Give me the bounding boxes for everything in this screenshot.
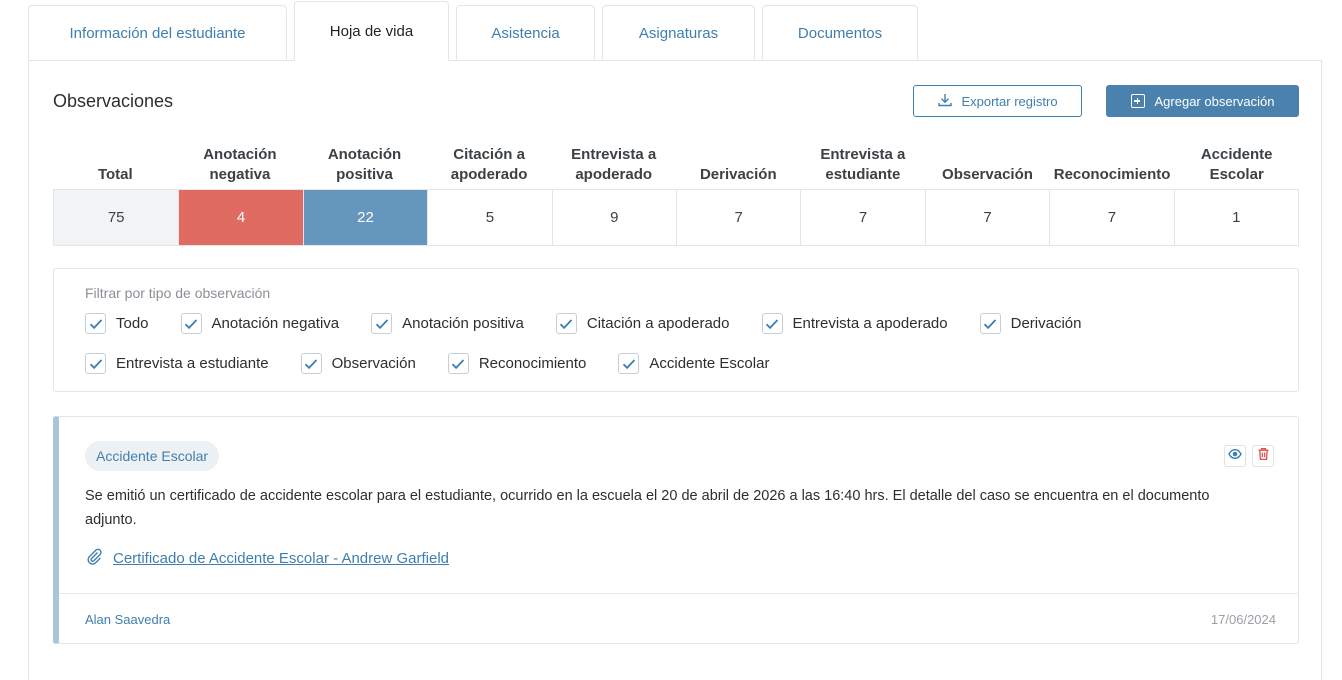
tab-bar: Información del estudiante Hoja de vida … [28, 1, 918, 61]
stats-header: Entrevista a estudiante [820, 146, 906, 183]
filter-checkbox-label: Entrevista a estudiante [116, 355, 269, 372]
observation-stats-table: Total Anotación negativa Anotación posit… [53, 139, 1299, 246]
tab-documentos[interactable]: Documentos [762, 5, 918, 61]
stats-header: Observación [942, 166, 1033, 183]
observation-card: Accidente Escolar Se emitió un certifica… [53, 416, 1299, 644]
checkmark-icon [618, 353, 640, 374]
stats-header: Reconocimiento [1053, 166, 1171, 183]
stats-values-row: 75 4 22 5 9 7 7 7 7 1 [53, 189, 1299, 246]
stats-value: 9 [551, 190, 676, 245]
download-icon [937, 92, 953, 111]
filter-row-1: Todo Anotación negativa Anotación positiva… [85, 313, 1113, 334]
filter-checkbox-label: Anotación positiva [402, 315, 524, 332]
delete-button[interactable] [1252, 445, 1274, 467]
eye-icon [1228, 447, 1242, 465]
checkmark-icon [761, 313, 783, 334]
section-title: Observaciones [53, 91, 174, 111]
card-divider [59, 593, 1298, 594]
filter-checkbox-label: Accidente Escolar [649, 355, 770, 372]
stats-value: 7 [924, 190, 1049, 245]
stats-value: 7 [800, 190, 924, 245]
checkmark-icon [555, 313, 577, 334]
filter-checkbox[interactable]: Observación [300, 353, 416, 374]
filter-checkbox[interactable]: Entrevista a apoderado [761, 313, 948, 334]
add-observation-button[interactable]: Agregar observación [1106, 85, 1299, 117]
filter-checkbox[interactable]: Derivación [979, 313, 1082, 334]
filter-title: Filtrar por tipo de observación [85, 285, 271, 301]
filter-checkbox[interactable]: Reconocimiento [447, 353, 587, 374]
stats-header: Entrevista a apoderado [571, 146, 657, 183]
stats-header: Anotación positiva [327, 146, 402, 183]
checkmark-icon [180, 313, 202, 334]
stats-value-positive: 22 [302, 190, 428, 245]
stats-header: Total [97, 166, 133, 183]
trash-icon [1257, 447, 1270, 465]
stats-header: Accidente Escolar [1200, 146, 1273, 183]
checkmark-icon [371, 313, 393, 334]
stats-value-negative: 4 [178, 190, 303, 245]
export-button[interactable]: Exportar registro [913, 85, 1082, 117]
stats-value: 5 [427, 190, 551, 245]
checkmark-icon [979, 313, 1001, 334]
filter-checkbox-label: Observación [331, 355, 416, 372]
filter-checkbox-label: Entrevista a apoderado [792, 315, 948, 332]
observation-type-badge: Accidente Escolar [85, 441, 220, 471]
tab-asistencia[interactable]: Asistencia [456, 5, 595, 61]
filter-checkbox-label: Derivación [1010, 315, 1082, 332]
stats-header-row: Total Anotación negativa Anotación posit… [53, 139, 1299, 189]
checkmark-icon [85, 313, 106, 334]
stats-value: 1 [1173, 190, 1298, 245]
tab-hoja-de-vida[interactable]: Hoja de vida [294, 1, 449, 61]
hoja-de-vida-panel: Observaciones Exportar registro Agregar … [28, 60, 1322, 680]
stats-value: 7 [1049, 190, 1173, 245]
stats-header: Derivación [699, 166, 777, 183]
paperclip-icon [85, 547, 103, 569]
filter-checkbox-label: Anotación negativa [211, 315, 340, 332]
add-observation-label: Agregar observación [1154, 93, 1275, 109]
attachment-link[interactable]: Certificado de Accidente Escolar - Andre… [85, 547, 449, 569]
checkmark-icon [85, 353, 106, 374]
tab-asignaturas[interactable]: Asignaturas [602, 5, 755, 61]
filter-checkbox-label: Citación a apoderado [586, 315, 730, 332]
export-button-label: Exportar registro [961, 93, 1058, 109]
filter-checkbox-label: Reconocimiento [478, 355, 587, 372]
checkmark-icon [300, 353, 322, 374]
filter-checkbox[interactable]: Todo [85, 313, 149, 334]
filter-checkbox[interactable]: Entrevista a estudiante [85, 353, 269, 374]
view-button[interactable] [1224, 445, 1246, 467]
observation-type-filter: Filtrar por tipo de observación Todo Anot… [53, 268, 1299, 392]
filter-checkbox-label: Todo [116, 315, 149, 332]
attachment-name: Certificado de Accidente Escolar - Andre… [113, 549, 449, 567]
stats-header: Anotación negativa [203, 146, 277, 183]
tab-student-info[interactable]: Información del estudiante [28, 5, 287, 61]
filter-checkbox[interactable]: Accidente Escolar [618, 353, 769, 374]
plus-box-icon [1130, 94, 1145, 108]
observation-date: 17/06/2024 [1210, 612, 1276, 627]
filter-checkbox[interactable]: Citación a apoderado [555, 313, 730, 334]
filter-row-2: Entrevista a estudiante Observación Recono… [85, 353, 801, 374]
stats-value-total: 75 [54, 190, 179, 245]
observation-text: Se emitió un certificado de accidente es… [85, 488, 1210, 528]
checkmark-icon [447, 353, 469, 374]
stats-header: Citación a apoderado [450, 146, 528, 183]
stats-value: 7 [676, 190, 800, 245]
observation-author: Alan Saavedra [85, 612, 171, 627]
filter-checkbox[interactable]: Anotación negativa [180, 313, 340, 334]
filter-checkbox[interactable]: Anotación positiva [371, 313, 524, 334]
